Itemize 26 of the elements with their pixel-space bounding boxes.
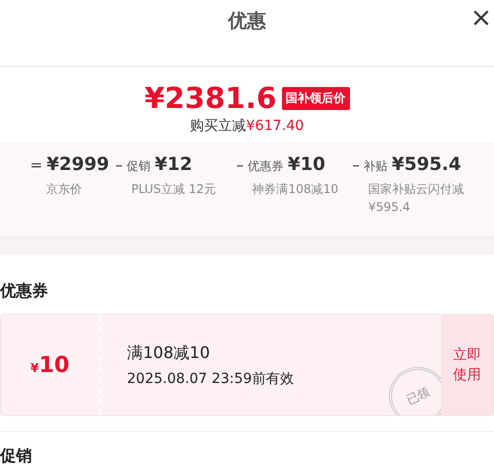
breakdown-label: 优惠券 bbox=[248, 158, 284, 175]
breakdown-amount: ¥595.4 bbox=[392, 154, 462, 175]
coupon-condition: 满108减10 bbox=[127, 342, 211, 364]
saving-label: 购买立减 bbox=[190, 118, 246, 134]
operator-sign: – bbox=[115, 156, 123, 174]
breakdown-amount: ¥10 bbox=[288, 154, 326, 175]
breakdown-amount: ¥2999 bbox=[46, 154, 110, 175]
panel-title: 优惠 bbox=[228, 9, 266, 34]
final-price: ¥2381.6 bbox=[144, 81, 277, 115]
breakdown-note: 国家补贴云闪付减 bbox=[367, 181, 464, 198]
breakdown-note: PLUS立减 12元 bbox=[130, 181, 218, 198]
breakdown-note: ¥595.4 bbox=[367, 200, 412, 214]
coupon-validity: 2025.08.07 23:59前有效 bbox=[127, 370, 295, 388]
close-button[interactable]: × bbox=[468, 4, 494, 32]
saving-amount: ¥617.40 bbox=[246, 118, 304, 134]
coupon-value: ¥10 bbox=[30, 352, 70, 378]
breakdown-note: 神券满108减10 bbox=[251, 181, 340, 198]
price-badge: 国补领后价 bbox=[282, 86, 350, 110]
breakdown-amount: ¥12 bbox=[154, 154, 192, 175]
breakdown-note: 京东价 bbox=[45, 181, 83, 198]
operator-sign: – bbox=[352, 156, 360, 174]
operator-sign: – bbox=[236, 156, 244, 174]
use-now-button[interactable]: 立即使用 bbox=[441, 315, 493, 415]
breakdown-label: 补贴 bbox=[364, 158, 388, 175]
breakdown-label: 促销 bbox=[126, 158, 151, 175]
operator-sign: = bbox=[30, 156, 43, 174]
